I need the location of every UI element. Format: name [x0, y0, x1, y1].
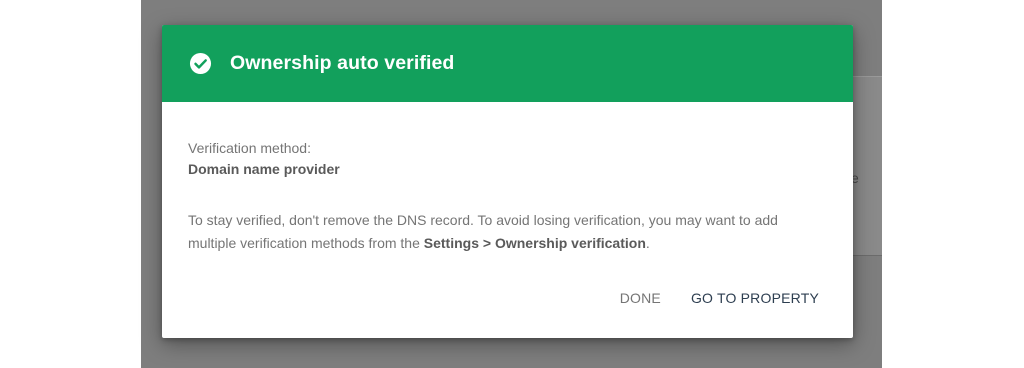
verification-method-value: Domain name provider — [188, 161, 340, 177]
go-to-property-button[interactable]: GO TO PROPERTY — [683, 282, 827, 314]
dialog-body: Verification method: Domain name provide… — [162, 102, 853, 255]
verification-dialog: Ownership auto verified Verification met… — [162, 25, 853, 338]
done-button[interactable]: DONE — [612, 282, 669, 314]
check-circle-icon — [189, 52, 212, 75]
dialog-header: Ownership auto verified — [162, 25, 853, 102]
info-text-end: . — [645, 235, 650, 251]
dialog-title: Ownership auto verified — [230, 52, 455, 74]
dialog-actions: DONE GO TO PROPERTY — [612, 282, 827, 314]
info-text: To stay verified, don't remove the DNS r… — [188, 209, 828, 255]
verification-method-label: Verification method: — [188, 140, 311, 156]
settings-path: Settings > Ownership verification — [423, 235, 646, 251]
